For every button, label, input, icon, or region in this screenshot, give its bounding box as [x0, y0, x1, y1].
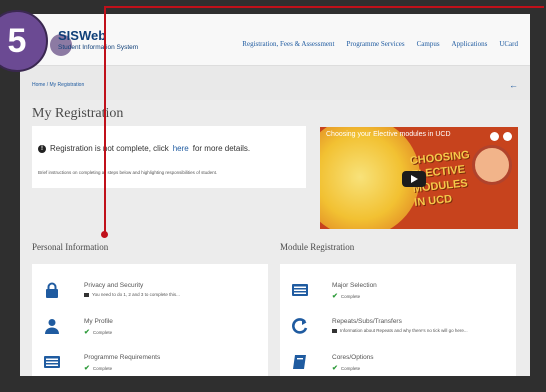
status-text: You need to do 1, 2 and 3 to complete th… [92, 292, 180, 297]
programme-requirements-item[interactable]: Programme Requirements ✔ Complete [32, 348, 268, 376]
notice-instructions: Brief instructions on completing all ste… [38, 170, 218, 175]
video-controls [490, 132, 512, 141]
user-icon [45, 319, 59, 334]
info-icon: ! [38, 144, 46, 153]
notice-link[interactable]: here [173, 144, 189, 153]
breadcrumb-bar: Home / My Registration ← [20, 66, 530, 100]
nav-applications[interactable]: Applications [452, 40, 488, 48]
item-status: ✔ Complete [332, 364, 360, 372]
top-header: SISWeb Student Information System Regist… [20, 14, 530, 66]
item-title: Cores/Options [332, 354, 374, 361]
item-status: ✔ Complete [332, 292, 360, 300]
callout-line-vertical [104, 6, 106, 234]
book-icon [293, 355, 306, 369]
app-subtitle: Student Information System [58, 44, 139, 51]
callout-line-horizontal [104, 6, 544, 8]
major-selection-item[interactable]: Major Selection ✔ Complete [280, 276, 516, 312]
flag-icon [84, 292, 89, 297]
notice-text-end: for more details. [192, 144, 251, 153]
cores-options-item[interactable]: Cores/Options ✔ Complete [280, 348, 516, 376]
clock-icon[interactable] [490, 132, 499, 141]
item-title: Programme Requirements [84, 354, 161, 361]
item-status: You need to do 1, 2 and 3 to complete th… [84, 292, 180, 297]
list-icon [292, 284, 308, 296]
notice-message: ! Registration is not complete, click he… [38, 144, 250, 153]
video-player[interactable]: Choosing your Elective modules in UCD CH… [320, 127, 518, 229]
check-icon: ✔ [84, 365, 90, 372]
cartoon-character [472, 145, 512, 185]
nav-campus[interactable]: Campus [417, 40, 440, 48]
status-text: Complete [340, 365, 361, 371]
item-title: Repeats/Subs/Transfers [332, 318, 402, 325]
item-status: ✔ Complete [84, 364, 112, 372]
back-arrow-icon[interactable]: ← [509, 80, 518, 90]
status-text: Complete [92, 365, 113, 371]
nav-registration[interactable]: Registration, Fees & Assessment [242, 40, 334, 48]
main-nav: Registration, Fees & Assessment Programm… [242, 40, 518, 48]
check-icon: ✔ [84, 329, 90, 336]
status-text: Complete [92, 329, 113, 335]
check-icon: ✔ [332, 365, 338, 372]
module-registration-title: Module Registration [280, 242, 355, 252]
item-title: My Profile [84, 318, 113, 325]
share-icon[interactable] [503, 132, 512, 141]
item-title: Major Selection [332, 282, 377, 289]
item-title: Privacy and Security [84, 282, 144, 289]
status-text: Information about Repeats and why there'… [340, 328, 468, 333]
breadcrumb[interactable]: Home / My Registration [32, 82, 84, 88]
module-registration-panel: Major Selection ✔ Complete Repeats/Subs/T… [280, 264, 516, 376]
lock-icon [46, 282, 58, 298]
list-icon [44, 356, 60, 368]
item-status: Information about Repeats and why there'… [332, 328, 468, 333]
app-title: SISWeb [58, 28, 107, 43]
page-title: My Registration [32, 106, 124, 121]
status-text: Complete [340, 293, 361, 299]
video-title[interactable]: Choosing your Elective modules in UCD [326, 131, 451, 138]
personal-info-panel: Privacy and Security You need to do 1, 2… [32, 264, 268, 376]
nav-ucard[interactable]: UCard [499, 40, 518, 48]
personal-info-title: Personal Information [32, 242, 109, 252]
check-icon: ✔ [332, 293, 338, 300]
privacy-security-item[interactable]: Privacy and Security You need to do 1, 2… [32, 276, 268, 312]
play-button[interactable] [402, 171, 426, 187]
my-profile-item[interactable]: My Profile ✔ Complete [32, 312, 268, 348]
notice-text: Registration is not complete, click [50, 144, 169, 153]
flag-icon [332, 328, 337, 333]
browser-screen: SISWeb Student Information System Regist… [20, 14, 530, 376]
callout-marker-dot [101, 231, 108, 238]
item-status: ✔ Complete [84, 328, 112, 336]
registration-notice: ! Registration is not complete, click he… [32, 126, 306, 188]
refresh-icon [292, 318, 308, 334]
nav-programme-services[interactable]: Programme Services [346, 40, 404, 48]
brand[interactable]: SISWeb Student Information System [58, 28, 138, 51]
repeats-subs-transfers-item[interactable]: Repeats/Subs/Transfers Information about… [280, 312, 516, 348]
